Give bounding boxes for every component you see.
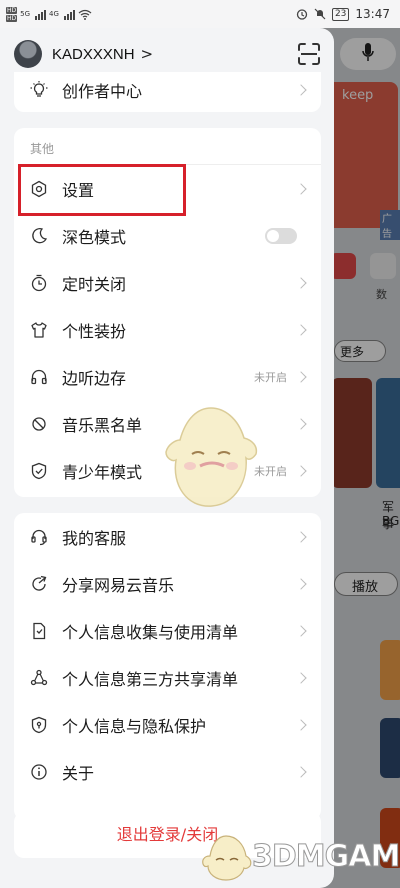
signal-icon-2 [63,9,75,20]
tshirt-icon [30,321,48,339]
signal-icon [35,9,47,20]
watermark: 3DMGAME [200,830,400,882]
chevron-right-icon [295,718,307,731]
menu-item-third-party-sharing-list[interactable]: 个人信息第三方共享清单 [14,654,321,701]
share-icon [30,575,48,593]
chevron-right-icon [295,84,307,96]
network-5g-label: 5G [20,10,31,18]
battery-indicator: 23 [331,7,350,21]
status-badge: 未开启 [254,370,287,384]
timer-icon [30,274,48,292]
menu-item-label: 创作者中心 [62,82,143,101]
menu-item-label: 我的客服 [62,528,127,548]
profile-header[interactable]: KADXXXNH > [14,38,320,70]
headphones-icon [30,368,48,386]
username[interactable]: KADXXXNH [52,46,135,63]
avatar[interactable] [14,40,42,68]
wifi-icon [78,9,92,20]
chevron-right-icon [295,671,307,684]
alarm-icon [296,9,308,20]
watermark-mascot-icon [202,835,252,881]
section-title: 其他 [30,142,55,156]
menu-item-label: 个人信息第三方共享清单 [62,669,239,689]
share-nodes-icon [30,669,48,687]
menu-item-about[interactable]: 关于 [14,748,321,795]
dark-mode-toggle[interactable] [265,227,297,244]
moon-icon [30,227,48,245]
menu-item-customer-service[interactable]: 我的客服 [14,513,321,560]
menu-item-label: 青少年模式 [62,462,143,482]
chevron-right-icon [295,577,307,590]
lightbulb-icon [30,81,48,99]
menu-item-label: 定时关闭 [62,274,127,294]
settings-highlight-box [18,164,186,216]
chevron-right-icon [295,370,307,383]
side-drawer: KADXXXNH > 创作者中心 其他 设置 深色模式 定时关闭 个性装扮 边听… [0,28,334,888]
privacy-shield-icon [30,716,48,734]
menu-item-privacy-protection[interactable]: 个人信息与隐私保护 [14,701,321,748]
menu-item-label: 分享网易云音乐 [62,575,175,595]
menu-item-personal-dressup[interactable]: 个性装扮 [14,306,321,353]
menu-item-creator-center[interactable]: 创作者中心 [14,68,321,112]
doc-icon [30,622,48,640]
chevron-right-icon [295,182,307,195]
scan-icon[interactable] [298,43,320,65]
menu-item-label: 关于 [62,763,95,783]
info-icon [30,763,48,781]
chevron-right-icon [295,765,307,778]
menu-item-label: 音乐黑名单 [62,415,143,435]
chevron-right-icon [295,624,307,637]
menu-item-share-app[interactable]: 分享网易云音乐 [14,560,321,607]
menu-item-label: 深色模式 [62,227,127,247]
chevron-right-icon [295,417,307,430]
chevron-right-icon [295,530,307,543]
network-4g-label: 4G [49,10,59,18]
menu-item-info-collection-list[interactable]: 个人信息收集与使用清单 [14,607,321,654]
menu-item-label: 边听边存 [62,368,127,388]
menu-item-dark-mode[interactable]: 深色模式 [14,212,321,259]
block-icon [30,415,48,433]
chevron-right-icon [295,276,307,289]
help-section-card: 我的客服 分享网易云音乐 个人信息收集与使用清单 个人信息第三方共享清单 个人信… [14,513,321,820]
clock: 13:47 [355,7,390,21]
chevron-right-icon [295,464,307,477]
shield-icon [30,462,48,480]
menu-item-sleep-timer[interactable]: 定时关闭 [14,259,321,306]
mascot-watermark-icon [165,407,258,507]
chevron-right-icon [295,323,307,336]
headset-icon [30,528,48,546]
menu-item-label: 个人信息收集与使用清单 [62,622,239,642]
mute-bell-icon [314,8,326,20]
profile-chevron-icon[interactable]: > [141,45,154,63]
watermark-text: 3DMGAME [252,838,400,874]
menu-item-cache-while-listening[interactable]: 边听边存 未开启 [14,353,321,400]
menu-item-label: 个性装扮 [62,321,127,341]
status-bar: HD HD 5G 4G 23 13:47 [0,0,400,28]
menu-item-label: 个人信息与隐私保护 [62,716,207,736]
sim-indicator: HD HD [6,6,18,22]
creator-card: 创作者中心 [14,72,321,112]
